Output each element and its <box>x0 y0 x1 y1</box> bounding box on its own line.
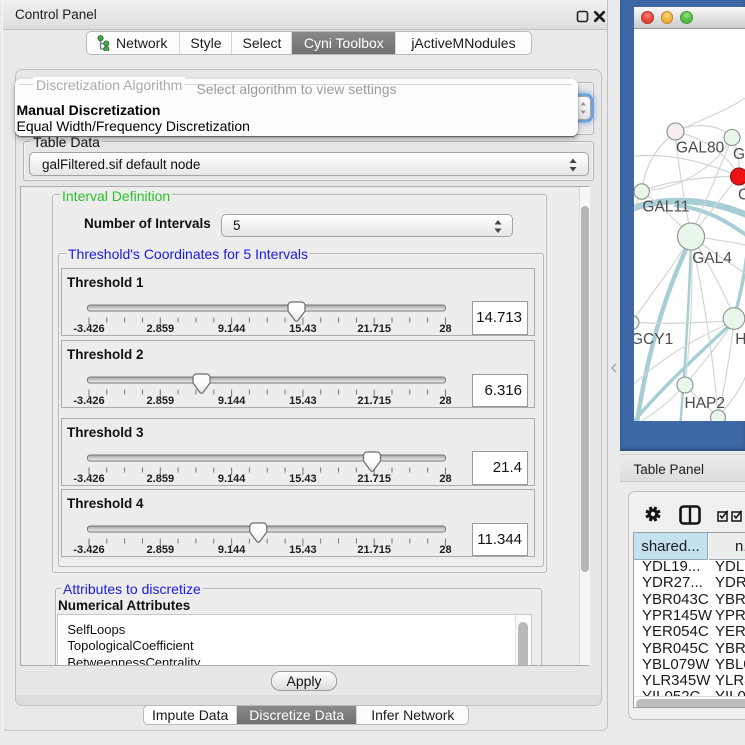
svg-text:GAL11: GAL11 <box>642 198 689 215</box>
svg-text:GCY1: GCY1 <box>634 331 673 348</box>
svg-text:HAP2: HAP2 <box>685 395 726 412</box>
svg-text:GAL2: GAL2 <box>733 146 745 163</box>
svg-text:HIS4: HIS4 <box>735 331 745 348</box>
svg-text:GAL4: GAL4 <box>692 250 732 267</box>
svg-text:GAL80: GAL80 <box>676 139 725 156</box>
svg-text:CDC1: CDC1 <box>738 186 745 203</box>
